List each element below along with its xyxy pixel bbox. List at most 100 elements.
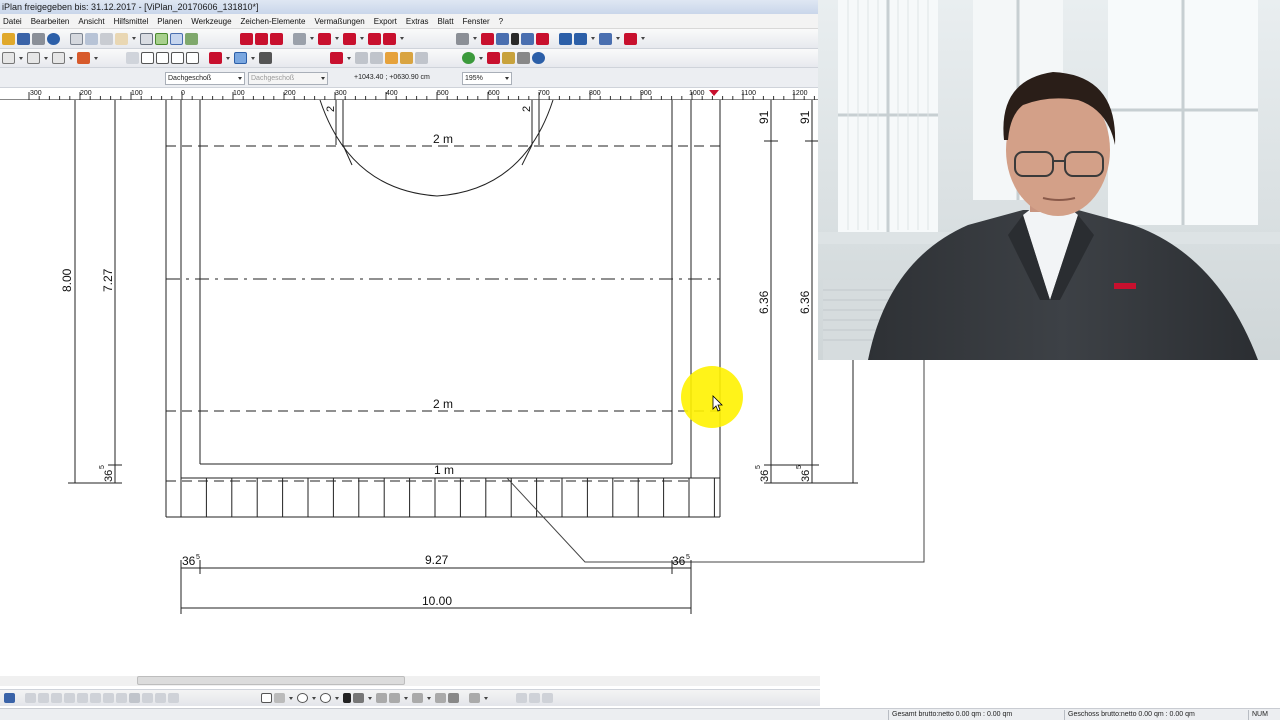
block-tool-icon[interactable] (448, 693, 459, 703)
page-icon[interactable] (70, 32, 83, 45)
menu-werkzeuge[interactable]: Werkzeuge (188, 14, 237, 28)
menu-datei[interactable]: Datei (0, 14, 28, 28)
menu-zeichen-elemente[interactable]: Zeichen-Elemente (238, 14, 312, 28)
window-element-icon[interactable] (343, 32, 356, 45)
home-icon[interactable] (2, 52, 15, 64)
mark-icon[interactable] (496, 32, 509, 45)
text-tool-icon[interactable] (343, 693, 351, 703)
polyline-icon[interactable] (355, 52, 368, 64)
draw-line-icon[interactable] (330, 52, 343, 64)
gray-tool-icon[interactable] (38, 693, 49, 703)
polyline-2-icon[interactable] (370, 52, 383, 64)
gray-tool-icon[interactable] (51, 693, 62, 703)
move-icon[interactable] (517, 52, 530, 64)
zoom-icon[interactable] (100, 32, 113, 45)
menu-help[interactable]: ? (496, 14, 509, 28)
text-icon[interactable] (511, 32, 519, 45)
floor-select[interactable]: Dachgeschoß (165, 72, 245, 85)
object-icon[interactable] (536, 32, 549, 45)
door-icon[interactable] (318, 32, 331, 45)
pan-hand-icon[interactable] (115, 32, 128, 45)
r-tool-icon[interactable] (186, 52, 199, 64)
floor-select-secondary[interactable]: Dachgeschoß (248, 72, 328, 85)
print-icon[interactable] (32, 32, 45, 45)
hatch-tool-icon[interactable] (376, 693, 387, 703)
gray-tool-icon[interactable] (155, 693, 166, 703)
s-tool-icon[interactable] (171, 52, 184, 64)
gray-tool-icon[interactable] (529, 693, 540, 703)
plan-icon[interactable] (52, 52, 65, 64)
zoom-window-icon[interactable] (85, 32, 98, 45)
house-icon[interactable] (624, 32, 637, 45)
snap-icon[interactable] (234, 52, 247, 64)
gray-tool-icon[interactable] (168, 693, 179, 703)
menu-extras[interactable]: Extras (403, 14, 435, 28)
gray-tool-icon[interactable] (116, 693, 127, 703)
gray-tool-icon[interactable] (516, 693, 527, 703)
gray-tool-icon[interactable] (415, 52, 428, 64)
edit-icon[interactable] (385, 52, 398, 64)
clean-icon[interactable] (502, 52, 515, 64)
horizontal-scrollbar[interactable] (0, 676, 820, 686)
trim-icon[interactable] (209, 52, 222, 64)
ellipse-tool-icon[interactable] (320, 693, 331, 703)
gray-tool-icon[interactable] (142, 693, 153, 703)
redline-2-icon[interactable] (255, 32, 268, 45)
menu-fenster[interactable]: Fenster (460, 14, 496, 28)
dimension-tool-icon[interactable] (353, 693, 364, 703)
redline-icon[interactable] (240, 32, 253, 45)
table-icon[interactable] (521, 32, 534, 45)
gray-tool-icon[interactable] (90, 693, 101, 703)
copy-icon[interactable] (140, 32, 153, 45)
menu-blatt[interactable]: Blatt (435, 14, 460, 28)
layer-panel-icon[interactable] (261, 693, 272, 703)
select-tool-icon[interactable] (4, 693, 15, 703)
catalog-icon[interactable] (574, 32, 587, 45)
draw-hand-icon[interactable] (469, 693, 480, 703)
roof-icon[interactable] (383, 32, 396, 45)
open-folder-icon[interactable] (2, 32, 15, 45)
delete-icon[interactable] (487, 52, 500, 64)
menu-hilfsmittel[interactable]: Hilfsmittel (111, 14, 155, 28)
menu-ansicht[interactable]: Ansicht (75, 14, 110, 28)
zoom-select[interactable]: 195% (462, 72, 512, 85)
dimension-icon[interactable] (400, 52, 413, 64)
info-icon[interactable] (47, 32, 60, 45)
circle-tool-icon[interactable] (297, 693, 308, 703)
menu-planen[interactable]: Planen (154, 14, 188, 28)
anchor-tool-icon[interactable] (435, 693, 446, 703)
roof-house-icon[interactable] (77, 52, 90, 64)
hatch-icon[interactable] (126, 52, 139, 64)
save-icon[interactable] (17, 32, 30, 45)
b-tool-icon[interactable] (156, 52, 169, 64)
menu-vermassungen[interactable]: Vermaßungen (311, 14, 370, 28)
stair-icon[interactable] (368, 32, 381, 45)
euro-icon[interactable] (532, 52, 545, 64)
home-2-icon[interactable] (27, 52, 40, 64)
gray-tool-icon[interactable] (25, 693, 36, 703)
gray-tool-icon[interactable] (542, 693, 553, 703)
wall-icon[interactable] (293, 32, 306, 45)
scrollbar-thumb[interactable] (137, 676, 405, 685)
menu-bearbeiten[interactable]: Bearbeiten (28, 14, 76, 28)
gray-tool-icon[interactable] (129, 693, 140, 703)
symbol-tool-icon[interactable] (412, 693, 423, 703)
column-icon[interactable] (456, 32, 469, 45)
gray-tool-icon[interactable] (64, 693, 75, 703)
menu-export[interactable]: Export (371, 14, 403, 28)
layer-icon[interactable] (599, 32, 612, 45)
redline-3-icon[interactable] (270, 32, 283, 45)
gray-tool-icon[interactable] (103, 693, 114, 703)
lock-icon[interactable] (259, 52, 272, 64)
select-icon[interactable] (155, 32, 168, 45)
grid-icon[interactable] (170, 32, 183, 45)
ruler-label: 100 (131, 90, 143, 97)
measure-icon[interactable] (481, 32, 494, 45)
chart-icon[interactable] (185, 32, 198, 45)
w-tool-icon[interactable] (141, 52, 154, 64)
fill-tool-icon[interactable] (389, 693, 400, 703)
gray-tool-icon[interactable] (77, 693, 88, 703)
library-icon[interactable] (559, 32, 572, 45)
target-icon[interactable] (462, 52, 475, 64)
line-tool-icon[interactable] (274, 693, 285, 703)
